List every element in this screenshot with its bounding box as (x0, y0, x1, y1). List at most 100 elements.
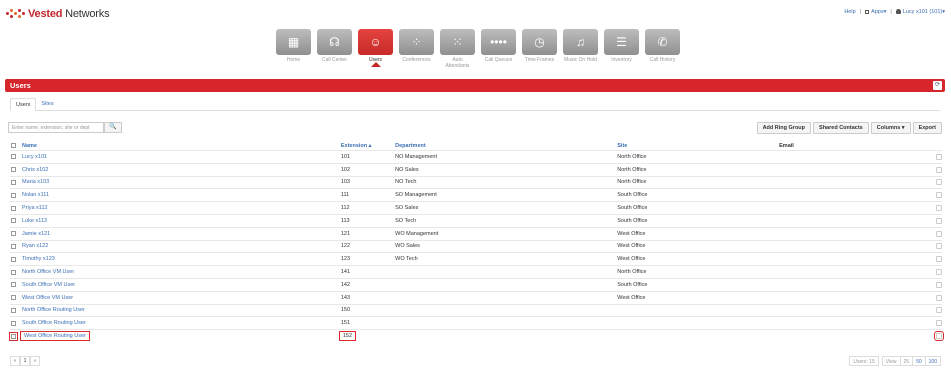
nav-auto-attendants[interactable]: ⁙ Auto Attendants (440, 29, 475, 69)
edit-icon[interactable] (936, 217, 943, 224)
nav-call-history[interactable]: ✆ Call History (645, 29, 680, 69)
nav-inventory[interactable]: ☰ Inventory (604, 29, 639, 69)
apps-label: Apps▾ (871, 9, 887, 15)
refresh-icon[interactable]: ⟳ (933, 81, 942, 90)
row-checkbox[interactable] (11, 307, 16, 313)
table-row[interactable]: Nolan x111 111 SO Management South Office (10, 188, 943, 201)
edit-icon[interactable] (936, 166, 943, 173)
user-name-link[interactable]: West Office VM User (22, 295, 341, 301)
user-name-link[interactable]: Jamie x121 (22, 231, 341, 237)
user-name-link[interactable]: North Office VM User (22, 269, 341, 275)
edit-icon[interactable] (936, 153, 943, 160)
apps-menu[interactable]: Apps▾ (865, 9, 886, 15)
nav-label: Time Frames (524, 57, 555, 63)
user-menu[interactable]: Lucy x101 (101)▾ (895, 9, 945, 15)
page-size-100[interactable]: 100 (925, 356, 941, 366)
edit-icon[interactable] (936, 307, 943, 314)
extension-cell: 141 (341, 269, 395, 275)
nav-music-on-hold[interactable]: ♫ Music On Hold (563, 29, 598, 69)
brand-logo[interactable]: Vested Networks (6, 7, 110, 21)
help-link[interactable]: Help (844, 9, 855, 15)
table-row[interactable]: West Office VM User 143 West Office (10, 290, 943, 304)
extension-cell: 152 (338, 331, 395, 342)
edit-icon[interactable] (936, 192, 943, 199)
table-row[interactable]: Chris x102 102 NO Sales North Office (10, 162, 943, 176)
table-row[interactable]: Priya x112 112 SO Sales South Office (10, 201, 943, 214)
row-checkbox[interactable] (11, 192, 16, 198)
row-checkbox[interactable] (11, 269, 16, 275)
prev-page-button[interactable]: « (10, 356, 20, 366)
edit-icon[interactable] (936, 269, 943, 276)
col-extension[interactable]: Extension ▴ (341, 143, 395, 149)
row-checkbox[interactable] (11, 243, 16, 249)
shared-contacts-button[interactable]: Shared Contacts (813, 122, 869, 134)
user-name-link[interactable]: West Office Routing User (20, 331, 341, 342)
table-row[interactable]: Timothy x123 123 WO Tech West Office (10, 252, 943, 265)
table-row[interactable]: Luke x113 113 SO Tech South Office (10, 213, 943, 227)
table-row[interactable]: Maria x103 103 NO Tech North Office (10, 175, 943, 189)
row-checkbox[interactable] (9, 331, 18, 341)
table-row[interactable]: North Office Routing User 150 (10, 303, 943, 317)
user-name-link[interactable]: Luke x113 (22, 218, 341, 224)
table-row[interactable]: West Office Routing User 152 (9, 329, 945, 342)
nav-call-center[interactable]: ☊ Call Center (317, 29, 352, 69)
page-size-50[interactable]: 50 (913, 356, 926, 366)
edit-icon[interactable] (936, 205, 943, 212)
user-name-link[interactable]: Maria x103 (22, 179, 341, 185)
extension-value: 111 (340, 192, 350, 199)
edit-icon[interactable] (936, 294, 943, 301)
add-ring-group-button[interactable]: Add Ring Group (756, 122, 812, 134)
nav-time-frames[interactable]: ◷ Time Frames (522, 29, 557, 69)
row-checkbox[interactable] (11, 218, 16, 224)
user-name-link[interactable]: North Office Routing User (22, 307, 341, 313)
edit-icon[interactable] (936, 243, 943, 250)
select-all-checkbox[interactable] (11, 143, 16, 148)
tab-sites[interactable]: Sites (36, 98, 58, 111)
page-1-button[interactable]: 1 (20, 356, 30, 366)
row-checkbox[interactable] (11, 205, 16, 211)
col-site[interactable]: Site (617, 143, 779, 149)
edit-icon[interactable] (936, 230, 943, 237)
edit-icon[interactable] (936, 179, 943, 186)
user-name-link[interactable]: Timothy x123 (22, 256, 341, 262)
nav-home[interactable]: ▦ Home (276, 29, 311, 69)
nav-users[interactable]: ☺ Users (358, 29, 393, 69)
row-checkbox[interactable] (11, 179, 16, 185)
user-name-link[interactable]: Nolan x111 (22, 192, 341, 198)
row-checkbox[interactable] (11, 167, 16, 173)
table-row[interactable]: Ryan x122 122 WO Sales West Office (10, 239, 943, 253)
table-row[interactable]: Jamie x121 121 WO Management West Office (10, 226, 943, 240)
search-button[interactable]: 🔍 (104, 122, 122, 133)
row-checkbox[interactable] (11, 154, 16, 160)
tab-users[interactable]: Users (10, 98, 37, 111)
table-row[interactable]: South Office VM User 142 South Office (10, 277, 943, 291)
search-input[interactable]: Enter name, extension, site or dept (8, 122, 104, 133)
row-checkbox[interactable] (11, 256, 16, 262)
table-row[interactable]: North Office VM User 141 North Office (10, 265, 943, 278)
edit-icon[interactable] (934, 331, 945, 342)
inventory-icon: ☰ (616, 35, 627, 49)
page-size-25[interactable]: 25 (900, 356, 914, 366)
edit-icon[interactable] (936, 320, 943, 327)
table-row[interactable]: South Office Routing User 151 (10, 316, 943, 329)
row-checkbox[interactable] (11, 320, 16, 326)
user-name-link[interactable]: South Office VM User (22, 282, 341, 288)
edit-icon[interactable] (936, 256, 943, 263)
columns-button[interactable]: Columns ▾ (870, 122, 911, 134)
export-button[interactable]: Export (912, 122, 942, 134)
user-name-link[interactable]: Lucy x101 (22, 154, 341, 160)
edit-icon[interactable] (936, 281, 943, 288)
user-name-link[interactable]: Priya x112 (22, 205, 341, 211)
next-page-button[interactable]: » (30, 356, 40, 366)
col-department[interactable]: Department (395, 143, 617, 149)
user-name-link[interactable]: Ryan x122 (22, 243, 341, 249)
row-checkbox[interactable] (11, 295, 16, 301)
col-name[interactable]: Name (22, 143, 341, 149)
table-row[interactable]: Lucy x101 101 NO Management North Office (10, 150, 943, 163)
nav-conferences[interactable]: ⁘ Conferences (399, 29, 434, 69)
row-checkbox[interactable] (11, 231, 16, 237)
nav-call-queues[interactable]: •••• Call Queues (481, 29, 516, 69)
user-name-link[interactable]: Chris x102 (22, 167, 341, 173)
user-name-link[interactable]: South Office Routing User (22, 320, 341, 326)
row-checkbox[interactable] (11, 282, 16, 288)
